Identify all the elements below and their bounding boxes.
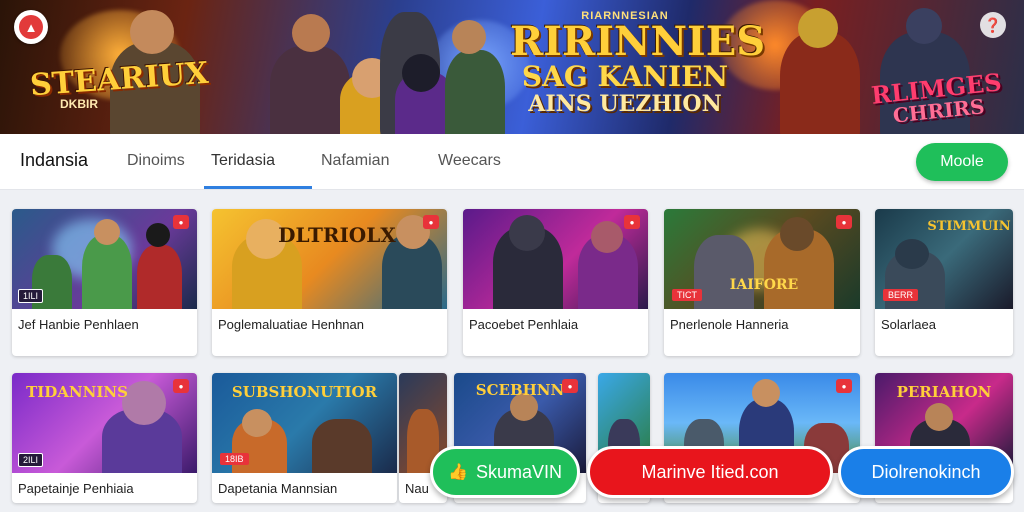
app-logo-icon: ▲	[19, 15, 43, 39]
thumb-title: IAIFORE	[729, 277, 799, 293]
thumb-character-head	[94, 219, 120, 245]
help-icon[interactable]: ❓	[980, 12, 1006, 38]
thumbs-up-icon: 👍	[448, 464, 468, 481]
card-hot-badge: ●	[173, 215, 189, 229]
tab-dinoims[interactable]: Dinoims	[127, 152, 185, 170]
thumb-character-head	[509, 215, 545, 251]
thumb-title: STIMMUIN	[927, 219, 1011, 234]
hero-title-line3: AINS UEZHION	[528, 91, 722, 117]
thumb-character	[137, 245, 182, 309]
card-hot-badge: ●	[173, 379, 189, 393]
game-thumbnail: IAIFORE ● TICT	[664, 209, 860, 309]
hero-banner[interactable]: ▲ ❓ STEARIUX DKBIR RIARNNESIAN RIRINNIES…	[0, 0, 1024, 134]
hero-character-head	[402, 54, 440, 92]
hero-character	[445, 50, 505, 134]
hero-character-head	[906, 8, 942, 44]
card-hot-badge: ●	[836, 379, 852, 393]
thumb-character-head	[925, 403, 953, 431]
card-title: Dapetania Mannsian	[218, 481, 338, 496]
game-card[interactable]: TIDANNINS ● 2ILI Papetainje Penhiaia	[12, 373, 197, 503]
thumb-title: PERIAHON	[896, 383, 992, 401]
hero-title-line1: RIRINNIES	[510, 18, 766, 65]
card-title: Solarlaea	[881, 317, 936, 332]
card-hot-badge: ●	[562, 379, 578, 393]
tab-teridasia[interactable]: Teridasia	[211, 152, 275, 170]
card-title: Pacoebet Penhlaia	[469, 317, 579, 332]
card-hot-badge: ●	[624, 215, 640, 229]
card-hot-badge: ●	[423, 215, 439, 229]
hero-left-logo: STEARIUX DKBIR	[29, 56, 210, 111]
game-thumbnail: TIDANNINS ● 2ILI	[12, 373, 197, 473]
nav-cta-button[interactable]: Moole	[916, 143, 1008, 181]
hero-title-line2: SAG KANIEN	[521, 60, 729, 93]
card-title: Papetainje Penhiaia	[18, 481, 134, 496]
thumb-character	[82, 235, 132, 309]
thumb-character-head	[146, 223, 170, 247]
download-label: Diolrenokinch	[871, 461, 981, 482]
skumavin-label: SkumaVIN	[475, 461, 562, 482]
thumb-title: TIDANNINS	[26, 383, 128, 401]
card-tag: BERR	[883, 289, 919, 301]
thumb-character	[312, 419, 372, 473]
nav-bar: Indansia Dinoims Teridasia Nafamian Weec…	[0, 134, 1024, 190]
hero-character-head	[452, 20, 486, 54]
card-tag: 18IB	[220, 453, 249, 465]
page-root: ▲ ❓ STEARIUX DKBIR RIARNNESIAN RIRINNIES…	[0, 0, 1024, 512]
tab-weecars[interactable]: Weecars	[438, 152, 501, 170]
card-tag: TICT	[672, 289, 702, 301]
active-tab-indicator	[204, 186, 312, 189]
hero-title-block: RIARNNESIAN RIRINNIES SAG KANIEN AINS UE…	[510, 10, 766, 117]
game-thumbnail: ● 1ILI	[12, 209, 197, 309]
nav-brand[interactable]: Indansia	[20, 150, 88, 171]
hero-character-head	[798, 8, 838, 48]
card-tag: 1ILI	[18, 289, 44, 303]
game-card[interactable]: IAIFORE ● TICT Pnerlenole Hanneria	[664, 209, 860, 356]
thumb-character-head	[780, 217, 814, 251]
card-title: Poglemaluatiae Henhnan	[218, 317, 364, 332]
game-thumbnail: STIMMUIN BERR	[875, 209, 1013, 309]
hero-character-head	[130, 10, 174, 54]
website-label: Marinve Itied.con	[641, 461, 779, 482]
game-card[interactable]: STIMMUIN BERR Solarlaea	[875, 209, 1013, 356]
thumb-title: DLTRIOLX	[278, 223, 396, 247]
download-button[interactable]: Diolrenokinch	[838, 446, 1014, 498]
tab-nafamian[interactable]: Nafamian	[321, 152, 389, 170]
hero-character-head	[292, 14, 330, 52]
game-thumbnail: ●	[463, 209, 648, 309]
game-thumbnail: DLTRIOLX ●	[212, 209, 447, 309]
hero-character	[270, 46, 350, 134]
game-card[interactable]: ● 1ILI Jef Hanbie Penhlaen	[12, 209, 197, 356]
card-title: Jef Hanbie Penhlaen	[18, 317, 139, 332]
card-hot-badge: ●	[836, 215, 852, 229]
game-card[interactable]: ● Pacoebet Penhlaia	[463, 209, 648, 356]
thumb-character	[694, 235, 754, 309]
game-thumbnail: SUBSHONUTIOR 18IB	[212, 373, 397, 473]
game-card[interactable]: SUBSHONUTIOR 18IB Dapetania Mannsian	[212, 373, 397, 503]
thumb-character-head	[752, 379, 780, 407]
card-title: Nau	[405, 481, 429, 496]
thumb-character-head	[242, 409, 272, 437]
card-title: Pnerlenole Hanneria	[670, 317, 789, 332]
thumb-character-head	[895, 239, 929, 269]
skumavin-button[interactable]: 👍 SkumaVIN	[430, 446, 580, 498]
thumb-character-head	[591, 221, 623, 253]
card-tag: 2ILI	[18, 453, 44, 467]
app-logo[interactable]: ▲	[14, 10, 48, 44]
website-button[interactable]: Marinve Itied.con	[587, 446, 833, 498]
game-card[interactable]: DLTRIOLX ● Poglemaluatiae Henhnan	[212, 209, 447, 356]
thumb-title: SUBSHONUTIOR	[231, 383, 378, 401]
